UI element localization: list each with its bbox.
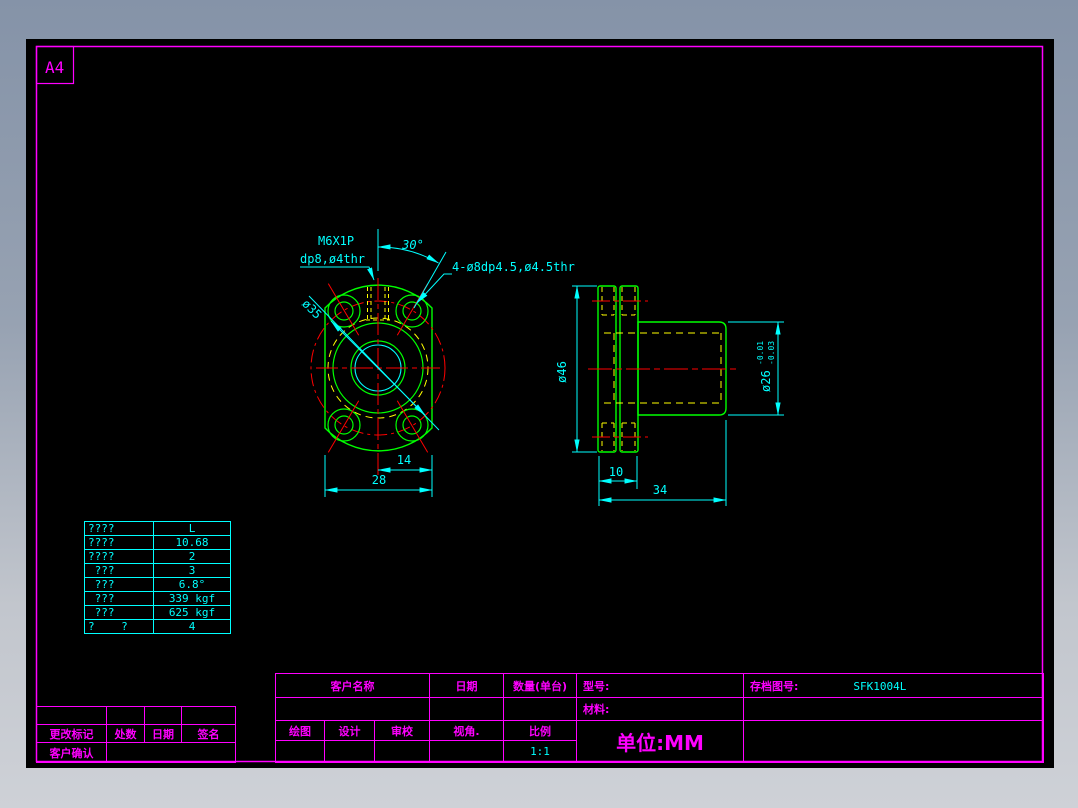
param-value: 6.8°: [153, 577, 231, 592]
check-label: 审校: [374, 720, 430, 741]
param-value: 339 kgf: [153, 591, 231, 606]
cad-drawing: A4 14 28 ø35 30° M6X1P dp8,ø4thr 4-ø8dp4…: [35, 45, 1044, 763]
archive-number: SFK1004L: [853, 679, 907, 693]
title-block: 客户名称 日期 数量(单台) 型号: 存档图号: SFK1004L 材料: 绘图 …: [275, 673, 1044, 763]
param-label: ????: [84, 549, 154, 564]
dim-10: 10: [609, 465, 623, 479]
customer-confirm-value: [106, 742, 236, 763]
dim-pilot-dia: ø26: [759, 370, 773, 392]
param-value: 625 kgf: [153, 605, 231, 620]
param-value: L: [153, 521, 231, 536]
sheet-size-label: A4: [45, 58, 64, 77]
param-value: 3: [153, 563, 231, 578]
param-value: 2: [153, 549, 231, 564]
archive-label: 存档图号:: [750, 679, 799, 693]
viewer-background: A4 14 28 ø35 30° M6X1P dp8,ø4thr 4-ø8dp4…: [0, 0, 1078, 808]
pilot-tol-lower: -0.03: [767, 341, 776, 365]
design-label: 设计: [324, 720, 375, 741]
table-row: ???? 10.68: [84, 535, 231, 550]
view-angle-value: [429, 740, 504, 763]
scale-label: 比例: [503, 720, 577, 741]
bore-hidden-lines: [604, 332, 722, 404]
draw-value: [275, 740, 325, 763]
quantity-label: 数量(单台): [503, 673, 577, 698]
rev-empty-cell: [106, 706, 145, 725]
quantity-value: [503, 697, 577, 721]
date-value: [429, 697, 504, 721]
customer-confirm-label: 客户确认: [36, 742, 107, 763]
dim-pilot-dia-group: ø26 -0.01 -0.03: [756, 341, 776, 392]
revision-block: 更改标记 处数 日期 签名 客户确认: [36, 706, 236, 763]
places-label: 处数: [106, 724, 145, 743]
parameter-table: ???? L ???? 10.68 ???? 2 ??? 3 ??? 6.8° ??? 33…: [84, 521, 231, 634]
sheet-frame: [35, 45, 1044, 763]
material-value: [743, 697, 1044, 721]
view-angle-label: 视角.: [429, 720, 504, 741]
dim-30deg: 30°: [401, 238, 424, 252]
design-value: [324, 740, 375, 763]
material-label: 材料:: [576, 697, 744, 721]
rev-empty-cell: [181, 706, 236, 725]
param-label: ???: [84, 605, 154, 620]
thread-callout-line1: M6X1P: [318, 234, 354, 248]
model-label: 型号:: [576, 673, 744, 698]
check-value: [374, 740, 430, 763]
param-label: ???: [84, 563, 154, 578]
dim-bolt-circle: ø35: [299, 297, 324, 322]
table-row: ??? 3: [84, 563, 231, 578]
front-view: 14 28 ø35 30° M6X1P dp8,ø4thr 4-ø8dp4.5,…: [299, 229, 575, 497]
param-value: 4: [153, 619, 231, 634]
table-row: ? ? 4: [84, 619, 231, 634]
side-view: ø46 ø26 -0.01 -0.03 10 34: [555, 285, 784, 506]
table-row: ???? L: [84, 521, 231, 536]
rev-empty-cell: [144, 706, 182, 725]
thread-callout-line2: dp8,ø4thr: [300, 252, 365, 266]
rev-empty-cell: [36, 706, 107, 725]
pilot-tol-upper: -0.01: [756, 341, 765, 365]
unit-label: 单位:MM: [576, 720, 744, 763]
drawing-canvas[interactable]: A4 14 28 ø35 30° M6X1P dp8,ø4thr 4-ø8dp4…: [26, 39, 1054, 768]
date-label: 日期: [429, 673, 504, 698]
archive-cell: 存档图号: SFK1004L: [743, 673, 1044, 698]
param-label: ???: [84, 577, 154, 592]
table-row: ??? 625 kgf: [84, 605, 231, 620]
table-row: ??? 339 kgf: [84, 591, 231, 606]
dim-14: 14: [397, 453, 411, 467]
change-mark-label: 更改标记: [36, 724, 107, 743]
table-row: ??? 6.8°: [84, 577, 231, 592]
scale-value: 1:1: [503, 740, 577, 763]
dim-flange-dia: ø46: [555, 361, 569, 383]
signature-label: 签名: [181, 724, 236, 743]
customer-name-value: [275, 697, 430, 721]
table-row: ???? 2: [84, 549, 231, 564]
notes-cell: [743, 720, 1044, 763]
rev-date-label: 日期: [144, 724, 182, 743]
hole-callout: 4-ø8dp4.5,ø4.5thr: [452, 260, 575, 274]
param-label: ???: [84, 591, 154, 606]
customer-name-label: 客户名称: [275, 673, 430, 698]
param-label: ? ?: [84, 619, 154, 634]
draw-label: 绘图: [275, 720, 325, 741]
param-label: ????: [84, 535, 154, 550]
dim-28: 28: [372, 473, 386, 487]
param-label: ????: [84, 521, 154, 536]
dim-34: 34: [653, 483, 667, 497]
param-value: 10.68: [153, 535, 231, 550]
